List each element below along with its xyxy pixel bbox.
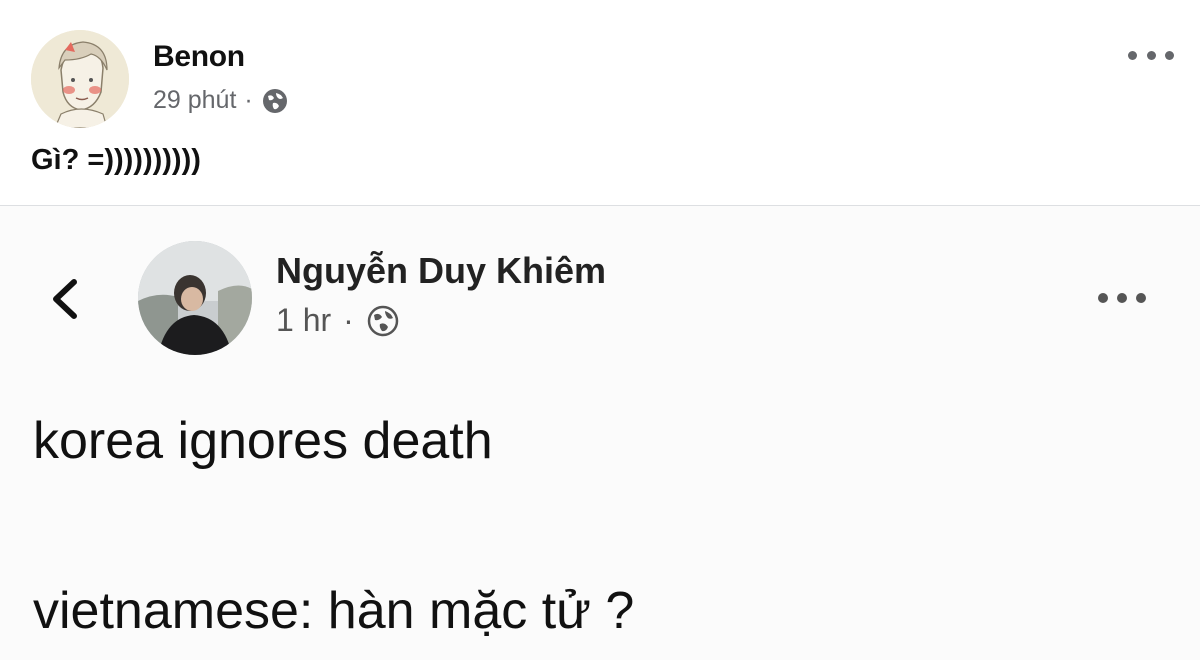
post-text: Gì? =)))))))))) xyxy=(31,144,201,176)
shared-post-text-line: vietnamese: hàn mặc tử ? xyxy=(33,582,635,640)
shared-post-text-line: korea ignores death xyxy=(33,412,493,470)
post-meta: 29 phút · xyxy=(153,86,289,115)
shared-post-time[interactable]: 1 hr xyxy=(276,302,331,339)
avatar-photo xyxy=(138,241,252,355)
more-options-icon[interactable] xyxy=(1128,45,1174,65)
author-name[interactable]: Benon xyxy=(153,40,245,74)
meta-separator: · xyxy=(343,302,354,338)
more-options-icon[interactable] xyxy=(1098,291,1146,305)
chevron-left-icon[interactable] xyxy=(44,276,84,322)
shared-post-meta: 1 hr · xyxy=(276,302,400,339)
shared-author-name[interactable]: Nguyễn Duy Khiêm xyxy=(276,250,606,292)
avatar-illustration xyxy=(31,30,129,128)
facebook-post: Benon 29 phút · Gì? =)))))))))) Nguyễn D… xyxy=(0,0,1200,660)
shared-screenshot[interactable]: Nguyễn Duy Khiêm 1 hr · korea ignores de… xyxy=(0,206,1200,660)
globe-icon[interactable] xyxy=(261,87,289,115)
globe-icon[interactable] xyxy=(366,304,400,338)
avatar[interactable] xyxy=(138,241,252,355)
avatar[interactable] xyxy=(31,30,129,128)
post-time[interactable]: 29 phút xyxy=(153,86,236,115)
meta-separator: · xyxy=(244,86,253,114)
